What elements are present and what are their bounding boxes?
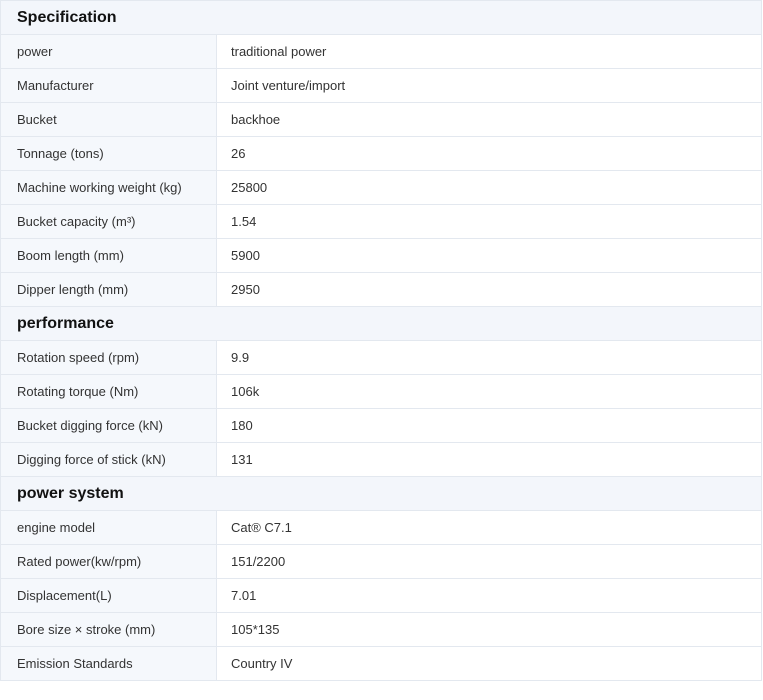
row-value: 106k xyxy=(215,374,763,409)
row-value: 2950 xyxy=(215,272,763,307)
table-row: Boom length (mm) 5900 xyxy=(0,238,763,273)
table-row: Bucket digging force (kN) 180 xyxy=(0,408,763,443)
row-label: Machine working weight (kg) xyxy=(0,170,217,205)
row-label: engine model xyxy=(0,510,217,545)
table-row: Digging force of stick (kN) 131 xyxy=(0,442,763,477)
section-title: power system xyxy=(0,476,763,511)
row-value: 180 xyxy=(215,408,763,443)
table-row: power traditional power xyxy=(0,34,763,69)
row-value: Country IV xyxy=(215,646,763,681)
row-value: 105*135 xyxy=(215,612,763,647)
table-row: Displacement(L) 7.01 xyxy=(0,578,763,613)
table-row: Rotating torque (Nm) 106k xyxy=(0,374,763,409)
row-label: Bucket capacity (m³) xyxy=(0,204,217,239)
row-label: Bucket xyxy=(0,102,217,137)
row-value: 5900 xyxy=(215,238,763,273)
row-value: traditional power xyxy=(215,34,763,69)
row-label: power xyxy=(0,34,217,69)
table-row: Emission Standards Country IV xyxy=(0,646,763,681)
row-value: 26 xyxy=(215,136,763,171)
table-row: Rotation speed (rpm) 9.9 xyxy=(0,340,763,375)
row-value: Cat® C7.1 xyxy=(215,510,763,545)
row-label: Emission Standards xyxy=(0,646,217,681)
section-header-specification: Specification xyxy=(0,0,763,35)
row-value: 151/2200 xyxy=(215,544,763,579)
table-row: Manufacturer Joint venture/import xyxy=(0,68,763,103)
row-label: Tonnage (tons) xyxy=(0,136,217,171)
row-label: Manufacturer xyxy=(0,68,217,103)
row-label: Boom length (mm) xyxy=(0,238,217,273)
row-label: Dipper length (mm) xyxy=(0,272,217,307)
table-row: Bucket capacity (m³) 1.54 xyxy=(0,204,763,239)
table-row: Dipper length (mm) 2950 xyxy=(0,272,763,307)
table-row: Rated power(kw/rpm) 151/2200 xyxy=(0,544,763,579)
section-title: Specification xyxy=(0,0,763,35)
table-row: Bore size × stroke (mm) 105*135 xyxy=(0,612,763,647)
row-value: backhoe xyxy=(215,102,763,137)
table-row: Machine working weight (kg) 25800 xyxy=(0,170,763,205)
section-header-performance: performance xyxy=(0,306,763,341)
row-value: 25800 xyxy=(215,170,763,205)
row-value: Joint venture/import xyxy=(215,68,763,103)
specification-table: Specification power traditional power Ma… xyxy=(0,0,763,681)
row-label: Digging force of stick (kN) xyxy=(0,442,217,477)
row-value: 1.54 xyxy=(215,204,763,239)
row-value: 7.01 xyxy=(215,578,763,613)
row-value: 9.9 xyxy=(215,340,763,375)
row-label: Rotating torque (Nm) xyxy=(0,374,217,409)
row-label: Rotation speed (rpm) xyxy=(0,340,217,375)
section-header-power-system: power system xyxy=(0,476,763,511)
row-label: Rated power(kw/rpm) xyxy=(0,544,217,579)
row-label: Bucket digging force (kN) xyxy=(0,408,217,443)
row-label: Displacement(L) xyxy=(0,578,217,613)
row-value: 131 xyxy=(215,442,763,477)
table-row: Tonnage (tons) 26 xyxy=(0,136,763,171)
table-row: Bucket backhoe xyxy=(0,102,763,137)
row-label: Bore size × stroke (mm) xyxy=(0,612,217,647)
table-row: engine model Cat® C7.1 xyxy=(0,510,763,545)
section-title: performance xyxy=(0,306,763,341)
